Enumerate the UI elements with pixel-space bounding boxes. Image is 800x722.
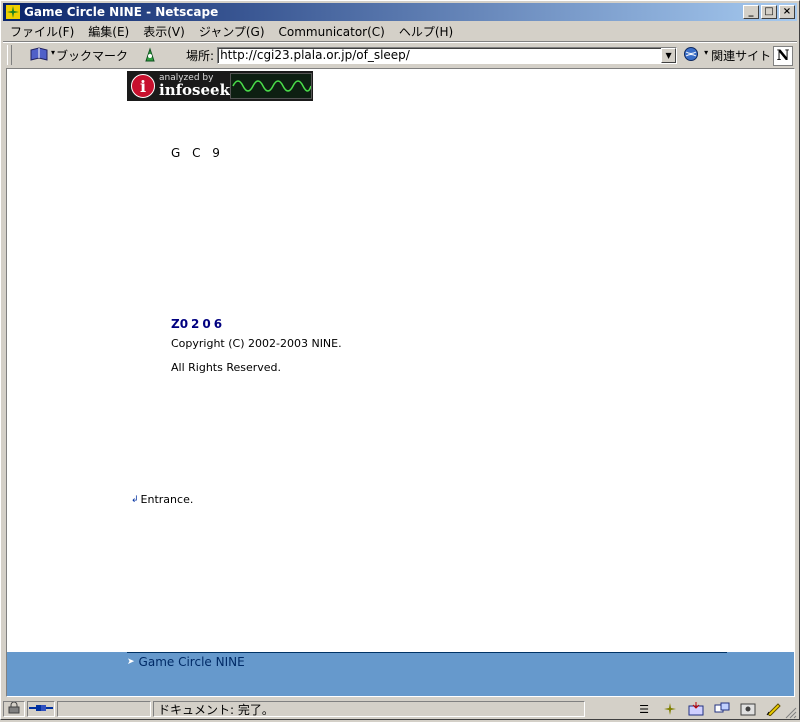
url-dropdown-button[interactable]: ▼ xyxy=(661,47,677,63)
access-counter: Z0206 xyxy=(171,317,225,331)
page-proxy-icon[interactable] xyxy=(142,47,158,63)
info-icon: i xyxy=(131,74,155,98)
related-dropdown-icon: ▾ xyxy=(704,47,709,57)
browser-window: Game Circle NINE - Netscape _ □ × ファイル(F… xyxy=(0,0,800,720)
close-button[interactable]: × xyxy=(779,5,795,19)
counter-prefix-icon: Z xyxy=(171,317,180,331)
plug-icon xyxy=(29,702,53,716)
menu-file[interactable]: ファイル(F) xyxy=(3,23,81,40)
location-label: 場所: xyxy=(186,48,215,63)
bookmarks-dropdown-icon: ▾ xyxy=(51,47,56,57)
page-content[interactable]: i analyzed by infoseek G C 9 Z0206 Copyr… xyxy=(6,68,795,697)
chevron-down-icon: ▼ xyxy=(665,50,672,60)
title-bar[interactable]: Game Circle NINE - Netscape _ □ × xyxy=(3,3,797,21)
banner-brand-text: infoseek xyxy=(159,81,230,99)
footer-link-label: Game Circle NINE xyxy=(138,655,245,669)
netscape-n-logo[interactable]: N xyxy=(773,46,793,66)
connection-indicator[interactable] xyxy=(27,701,55,717)
maximize-icon: □ xyxy=(764,6,774,17)
lock-icon xyxy=(7,701,21,717)
menu-view[interactable]: 表示(V) xyxy=(136,23,192,40)
entrance-label: Entrance. xyxy=(140,493,194,506)
window-title: Game Circle NINE - Netscape xyxy=(24,5,219,19)
location-toolbar: ▾ ブックマーク 場所: ▼ ▾ 関連サイト N xyxy=(3,43,797,67)
bookmarks-button[interactable]: ▾ ブックマーク xyxy=(29,46,128,65)
status-text: ドキュメント: 完了。 xyxy=(158,702,274,717)
progress-bar xyxy=(57,701,151,717)
composer-icon[interactable] xyxy=(765,702,783,716)
status-bar: ドキュメント: 完了。 ☰ xyxy=(3,699,797,719)
grip-icon: ☰ xyxy=(639,702,649,716)
menu-bar: ファイル(F) 編集(E) 表示(V) ジャンプ(G) Communicator… xyxy=(3,22,797,41)
copyright-text: Copyright (C) 2002-2003 NINE. xyxy=(171,337,342,350)
resize-grip[interactable] xyxy=(785,707,797,719)
maximize-button[interactable]: □ xyxy=(761,5,777,19)
component-bar: ☰ xyxy=(635,699,783,719)
entrance-link[interactable]: ↲ Entrance. xyxy=(131,493,193,506)
arrow-down-icon: ↲ xyxy=(131,494,139,505)
rights-text: All Rights Reserved. xyxy=(171,361,282,374)
minimize-button[interactable]: _ xyxy=(743,5,759,19)
counter-value: 0206 xyxy=(179,317,226,331)
menu-go[interactable]: ジャンプ(G) xyxy=(192,23,272,40)
footer-home-link[interactable]: ➤ Game Circle NINE xyxy=(127,655,245,669)
menu-help[interactable]: ヘルプ(H) xyxy=(392,23,460,40)
wave-icon xyxy=(230,73,312,99)
discussion-icon[interactable] xyxy=(713,702,731,716)
security-button[interactable] xyxy=(3,701,25,717)
menu-communicator[interactable]: Communicator(C) xyxy=(272,25,392,39)
navigator-icon[interactable] xyxy=(661,702,679,716)
close-icon: × xyxy=(782,6,792,17)
menu-edit[interactable]: 編集(E) xyxy=(81,23,136,40)
location-field[interactable]: ▼ xyxy=(217,46,678,64)
url-input[interactable] xyxy=(218,48,663,62)
related-sites-button[interactable]: ▾ 関連サイト xyxy=(683,46,771,65)
bookmarks-label: ブックマーク xyxy=(56,48,129,63)
related-sites-icon xyxy=(683,46,701,65)
page-heading: G C 9 xyxy=(171,146,224,160)
netscape-icon xyxy=(5,4,21,20)
footer-divider xyxy=(127,652,727,653)
mail-icon[interactable] xyxy=(687,702,705,716)
infoseek-banner[interactable]: i analyzed by infoseek xyxy=(127,71,313,101)
footer-band xyxy=(7,652,794,696)
bookmarks-icon xyxy=(29,46,51,65)
address-book-icon[interactable] xyxy=(739,702,757,716)
arrow-right-icon: ➤ xyxy=(127,657,135,667)
status-text-cell: ドキュメント: 完了。 xyxy=(153,701,585,717)
toolbar-grip[interactable] xyxy=(7,45,12,65)
related-sites-label: 関連サイト xyxy=(711,48,772,63)
minimize-icon: _ xyxy=(748,6,754,17)
